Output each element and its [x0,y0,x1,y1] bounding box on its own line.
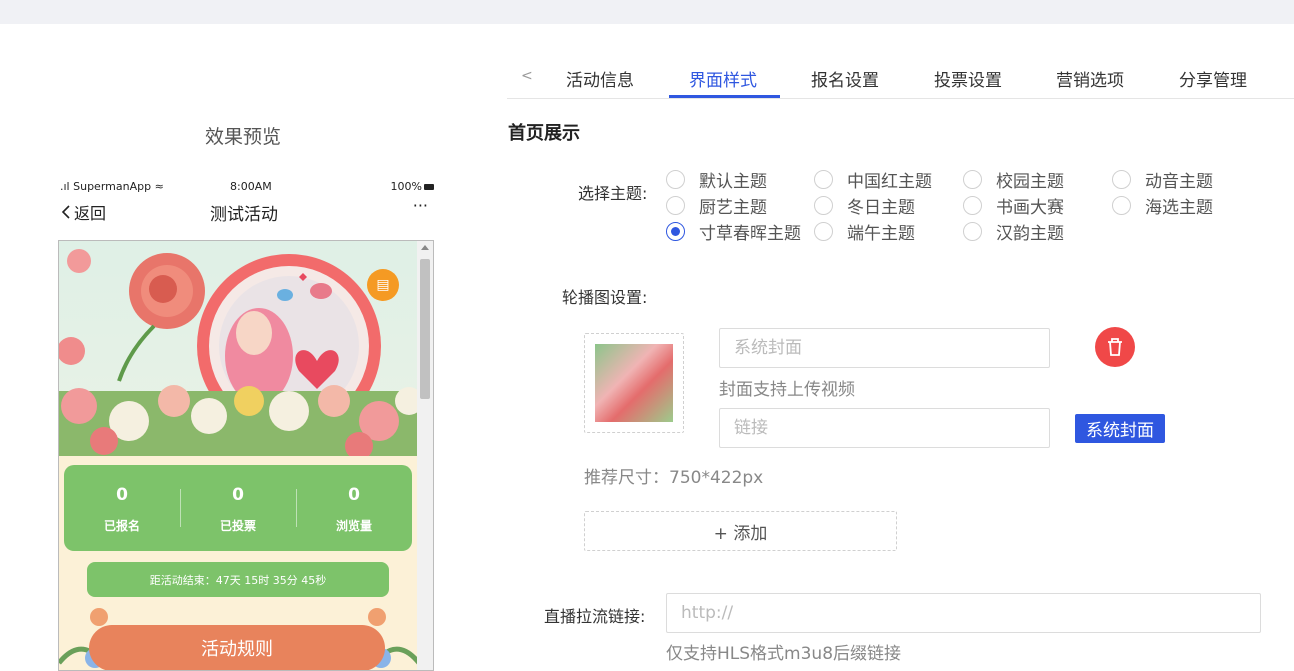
phone-nav-bar: 返回 测试活动 ··· [60,196,434,225]
cover-thumbnail[interactable] [584,333,684,433]
theme-option-label: 海选主题 [1145,198,1213,218]
tab-activity-info[interactable]: 活动信息 [566,66,634,91]
theme-radio[interactable]: 中国红主题 [814,167,932,192]
radio-circle[interactable] [1112,196,1131,215]
battery-level: 100% [390,180,422,193]
battery-icon [424,184,434,190]
more-icon[interactable]: ··· [413,196,428,215]
theme-label: 选择主题: [578,184,648,203]
settings-tabs: < 活动信息 界面样式 报名设置 投票设置 营销选项 分享管理 [507,56,1294,99]
back-label: 返回 [74,204,107,223]
phone-preview: ▤ 0 已报名 0 已投票 0 浏览量 距活动结束：47天 15时 35分 45… [58,240,434,671]
stat-value: 0 [348,485,360,505]
signal-icon: .ıl [60,180,74,193]
theme-option-label: 汉韵主题 [996,224,1064,244]
tab-ui-style[interactable]: 界面样式 [689,66,757,91]
theme-radio[interactable]: 厨艺主题 [666,193,767,218]
stream-label: 直播拉流链接: [544,607,646,626]
stat-label: 浏览量 [335,519,372,533]
theme-radio[interactable]: 海选主题 [1112,193,1213,218]
theme-option-label: 默认主题 [699,172,767,192]
phone-status-bar: .ıl SupermanApp ≈ 8:00AM 100% [60,180,434,194]
radio-circle[interactable] [666,196,685,215]
theme-radio[interactable]: 校园主题 [963,167,1064,192]
rules-button[interactable]: 活动规则 [89,625,385,670]
delete-button[interactable] [1095,327,1135,367]
stat-value: 0 [232,485,244,505]
theme-option-label: 校园主题 [996,172,1064,192]
activity-title: 测试活动 [210,205,278,225]
status-time: 8:00AM [230,180,272,193]
radio-circle[interactable] [666,222,685,241]
stat-views: 0 浏览量 [296,465,412,551]
stream-url-input[interactable]: http:// [666,593,1261,633]
tab-registration[interactable]: 报名设置 [811,66,879,91]
link-input[interactable]: 链接 [719,408,1050,448]
radio-circle[interactable] [814,196,833,215]
tab-share[interactable]: 分享管理 [1179,66,1247,91]
theme-option-label: 动音主题 [1145,172,1213,192]
scroll-thumb[interactable] [420,259,430,399]
carrier-name: SupermanApp [73,180,152,193]
stats-card: 0 已报名 0 已投票 0 浏览量 [64,465,412,551]
active-tab-indicator [669,95,780,98]
chevron-left-icon[interactable]: < [521,68,533,84]
section-title: 首页展示 [508,123,580,144]
theme-radio[interactable]: 默认主题 [666,167,767,192]
cover-input[interactable]: 系统封面 [719,328,1050,368]
banner-illustration [59,249,419,456]
preview-scrollbar[interactable] [417,241,433,670]
system-cover-button[interactable]: 系统封面 [1075,414,1165,443]
radio-circle[interactable] [963,222,982,241]
radio-circle[interactable] [814,170,833,189]
theme-radio[interactable]: 冬日主题 [814,193,915,218]
theme-radio[interactable]: 汉韵主题 [963,219,1064,244]
theme-option-label: 端午主题 [847,224,915,244]
cover-image [595,344,673,422]
theme-option-label: 寸草春晖主题 [699,224,801,244]
radio-circle[interactable] [963,196,982,215]
preview-title: 效果预览 [205,126,282,148]
back-button[interactable]: 返回 [60,200,106,224]
stat-label: 已投票 [219,519,256,533]
stat-votes: 0 已投票 [180,465,296,551]
tab-marketing[interactable]: 营销选项 [1056,66,1124,91]
wifi-icon: ≈ [154,180,164,193]
theme-banner: ▤ [59,241,419,456]
scroll-up-icon[interactable] [421,245,429,250]
stat-label: 已报名 [103,519,140,533]
stream-hint: 仅支持HLS格式m3u8后缀链接 [666,644,902,664]
theme-radio[interactable]: 动音主题 [1112,167,1213,192]
coupon-icon[interactable]: ▤ [367,269,399,301]
theme-option-label: 书画大赛 [996,198,1064,218]
theme-option-label: 冬日主题 [847,198,915,218]
stat-value: 0 [116,485,128,505]
radio-circle[interactable] [666,170,685,189]
theme-radio-selected[interactable]: 寸草春晖主题 [666,219,801,244]
theme-radio[interactable]: 端午主题 [814,219,915,244]
carousel-label: 轮播图设置: [562,288,648,307]
trash-icon [1108,338,1122,356]
stat-registered: 0 已报名 [64,465,180,551]
theme-radio[interactable]: 书画大赛 [963,193,1064,218]
radio-circle[interactable] [963,170,982,189]
theme-option-label: 中国红主题 [847,172,932,192]
add-carousel-button[interactable]: + 添加 [584,511,897,551]
theme-option-label: 厨艺主题 [699,198,767,218]
size-hint: 推荐尺寸：750*422px [584,468,764,488]
chevron-left-icon [61,205,70,219]
radio-circle[interactable] [814,222,833,241]
top-bar [0,0,1294,24]
tab-voting[interactable]: 投票设置 [934,66,1002,91]
cover-hint: 封面支持上传视频 [719,380,855,400]
countdown-bar: 距活动结束：47天 15时 35分 45秒 [87,562,389,597]
radio-circle[interactable] [1112,170,1131,189]
